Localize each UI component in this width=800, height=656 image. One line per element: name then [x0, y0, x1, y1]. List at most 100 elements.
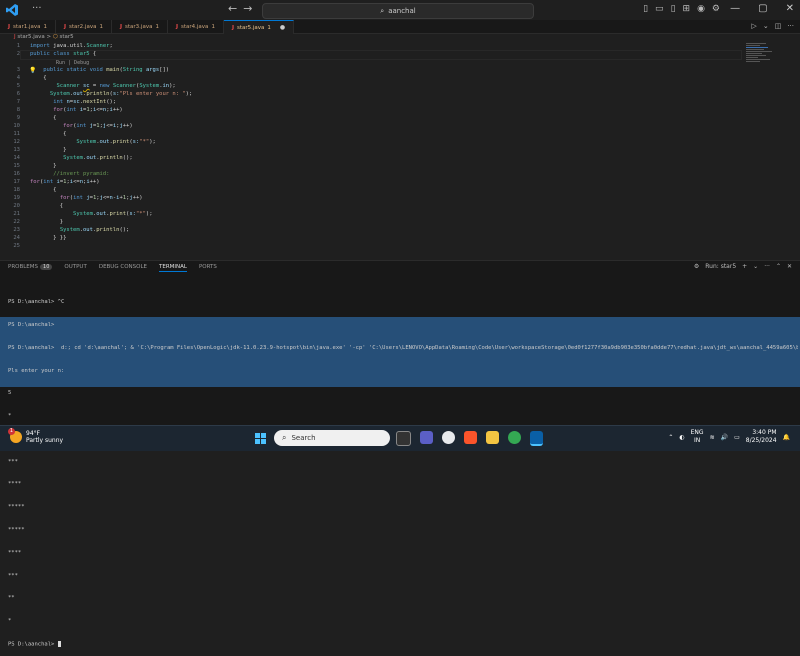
close-panel-icon[interactable]: ✕: [787, 263, 792, 270]
tab-terminal[interactable]: TERMINAL: [159, 264, 187, 272]
tab-star3[interactable]: Jstar3.java 1: [112, 20, 168, 33]
code-line: 2 public class star5 {: [16, 51, 97, 57]
maximize-panel-icon[interactable]: ⌃: [776, 263, 781, 270]
weather-sun-icon: 1: [8, 428, 22, 443]
taskbar-apps: [396, 431, 543, 446]
command-center-search[interactable]: ⌕ aanchal: [262, 3, 534, 19]
code-line: 1 import java.util.Scanner;: [16, 43, 113, 49]
code-editor[interactable]: Run | Debug 💡 1 import java.util.Scanner;…: [0, 42, 800, 258]
tab-label: star3.java: [125, 23, 153, 30]
battery-icon[interactable]: ▭: [734, 434, 740, 441]
volume-icon[interactable]: 🔊: [721, 434, 728, 441]
more-actions-icon[interactable]: ···: [764, 263, 770, 270]
terminal-line: *: [8, 618, 12, 625]
breadcrumb-symbol[interactable]: star5: [59, 34, 73, 40]
wifi-icon[interactable]: ≋: [710, 434, 715, 441]
terminal-launch-icon: ⚙: [693, 263, 700, 270]
toggle-sidebar-icon[interactable]: ▯: [643, 4, 648, 14]
terminal-line: ****: [8, 549, 22, 556]
nav-arrows[interactable]: ←→: [228, 2, 258, 15]
terminal-actions: ⚙ Run: star5 + ⌄ ··· ⌃ ✕: [694, 263, 792, 270]
language-indicator[interactable]: ENG IN: [691, 429, 704, 445]
teams-icon[interactable]: [420, 431, 433, 444]
tab-star1[interactable]: Jstar1.java 1: [0, 20, 56, 33]
panel-tabs: PROBLEMS 10 OUTPUT DEBUG CONSOLE TERMINAL…: [8, 264, 217, 272]
close-button[interactable]: ✕: [786, 3, 794, 14]
toggle-panel-icon[interactable]: ▭: [655, 4, 664, 14]
temperature: 94°F: [26, 430, 41, 437]
chevron-down-icon[interactable]: ⌄: [763, 22, 769, 30]
code-line: 16 //invert pyramid:: [13, 171, 110, 177]
notifications-icon[interactable]: 🔔: [783, 434, 790, 441]
split-editor-icon[interactable]: ◫: [775, 22, 782, 30]
terminal-cursor: [57, 640, 61, 647]
java-file-icon: J: [14, 34, 16, 40]
terminal-line: ***: [8, 458, 18, 465]
chevron-down-icon[interactable]: ⌄: [753, 263, 758, 270]
terminal-line: *****: [8, 527, 25, 533]
new-terminal-icon[interactable]: +: [742, 263, 747, 270]
unsaved-dot-icon[interactable]: ●: [280, 24, 285, 31]
toggle-secondary-sidebar-icon[interactable]: ▯: [671, 4, 676, 14]
tab-label: star5.java: [236, 24, 265, 31]
code-line: 18 {: [13, 187, 57, 193]
vscode-logo-icon: [6, 4, 18, 16]
tab-problems[interactable]: PROBLEMS 10: [8, 264, 53, 272]
code-line: 14 System.out.println();: [13, 155, 133, 161]
weather-badge: 1: [8, 428, 15, 435]
vscode-taskbar-icon[interactable]: [530, 431, 543, 446]
terminal-line: PS D:\aanchal> d:; cd 'd:\aanchal'; & 'C…: [8, 344, 798, 351]
settings-gear-icon[interactable]: ⚙: [712, 4, 720, 14]
customize-layout-icon[interactable]: ⊞: [683, 4, 691, 14]
maximize-button[interactable]: ▢: [758, 3, 767, 14]
file-explorer-icon[interactable]: [486, 431, 499, 444]
terminal-instance-label[interactable]: Run: star5: [705, 263, 736, 270]
brave-icon[interactable]: [464, 431, 477, 444]
minimap[interactable]: [746, 42, 786, 82]
more-actions-icon[interactable]: ···: [787, 22, 794, 30]
java-file-icon: J: [231, 24, 234, 31]
back-arrow-icon[interactable]: ←: [228, 2, 243, 15]
tab-star2[interactable]: Jstar2.java 1: [56, 20, 112, 33]
search-icon: ⌕: [282, 433, 287, 442]
tab-star5[interactable]: Jstar5.java 1 ●: [223, 20, 295, 34]
accounts-icon[interactable]: ◉: [697, 4, 705, 14]
windows-start-icon[interactable]: [255, 433, 266, 444]
terminal-line: 5: [8, 390, 12, 397]
forward-arrow-icon[interactable]: →: [243, 2, 258, 15]
run-icon[interactable]: ▷: [751, 22, 756, 30]
menu-icon[interactable]: ···: [32, 3, 42, 14]
weather-widget[interactable]: 1 94°F Partly sunny: [8, 428, 64, 444]
code-line: 3 public static void main(String args[]): [16, 67, 170, 73]
taskbar: 1 94°F Partly sunny ⌕ Search ⌃ ◐ ENG IN ≋ …: [0, 425, 800, 451]
search-placeholder: Search: [291, 434, 316, 442]
weather-desc: Partly sunny: [26, 437, 64, 444]
code-line: 22 }: [13, 219, 64, 225]
chevron-up-icon[interactable]: ⌃: [668, 434, 673, 441]
code-line: 5 Scanner sc = new Scanner(System.in);: [16, 83, 176, 89]
tab-star4[interactable]: Jstar4.java 1: [168, 20, 224, 33]
tab-debug-console[interactable]: DEBUG CONSOLE: [99, 264, 147, 272]
task-view-icon[interactable]: [396, 431, 411, 446]
terminal-prompt: PS D:\aanchal>: [8, 641, 58, 648]
java-file-icon: J: [8, 23, 11, 30]
terminal-line: Pls enter your n:: [8, 367, 65, 374]
minimize-button[interactable]: —: [730, 3, 740, 14]
tab-ports[interactable]: PORTS: [199, 264, 217, 272]
clock[interactable]: 3:40 PM 8/25/2024: [746, 429, 777, 445]
terminal-output[interactable]: PS D:\aanchal> ^C PS D:\aanchal> PS D:\a…: [8, 284, 798, 656]
java-file-icon: J: [119, 23, 123, 30]
chrome-profile-icon[interactable]: [508, 431, 521, 444]
problem-count: 1: [99, 23, 103, 30]
chrome-icon[interactable]: [442, 431, 455, 444]
code-line: 23 System.out.println();: [13, 227, 130, 233]
terminal-line: *: [8, 413, 12, 420]
command-center-text: aanchal: [388, 7, 416, 15]
tab-output[interactable]: OUTPUT: [64, 264, 86, 272]
breadcrumb-file[interactable]: star5.java: [17, 34, 44, 40]
java-file-icon: J: [175, 23, 178, 30]
code-line: 20 {: [13, 203, 64, 209]
tray-app-icon[interactable]: ◐: [679, 434, 684, 441]
taskbar-search[interactable]: ⌕ Search: [274, 430, 390, 446]
terminal-line: ***: [8, 572, 18, 579]
